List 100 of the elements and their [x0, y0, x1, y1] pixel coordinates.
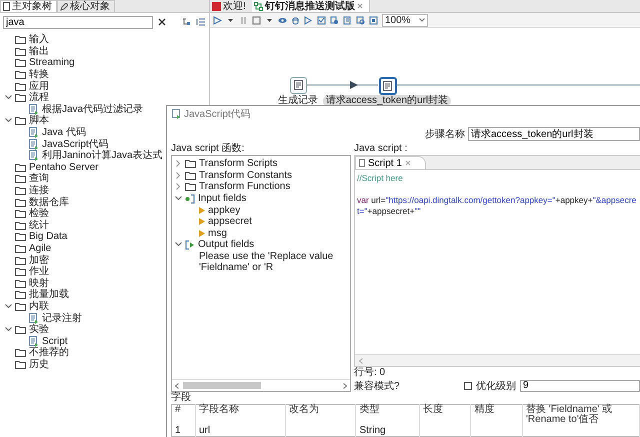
stop-icon[interactable]	[252, 16, 261, 24]
column-header: 替换 'Fieldname' 或 'Rename to'值否	[522, 404, 640, 425]
folder-icon	[15, 70, 26, 80]
tree-item[interactable]: 检验	[29, 208, 49, 220]
column-header: 字段名称	[196, 404, 286, 425]
app-logo-icon	[212, 2, 221, 10]
scrollbar-thumb[interactable]	[183, 382, 261, 389]
chevron-down-icon[interactable]	[4, 95, 12, 100]
folder-icon	[15, 278, 26, 288]
tree-item[interactable]: 利用Janino计算Java表达式	[42, 150, 163, 162]
step-node[interactable]	[290, 77, 307, 94]
tree-item[interactable]: 连接	[29, 185, 49, 196]
folder-icon	[15, 116, 26, 126]
tree-item[interactable]: appkey	[208, 204, 240, 216]
folder-icon	[15, 348, 26, 358]
tree-item[interactable]: Script	[42, 336, 68, 347]
tree-item[interactable]: 历史	[29, 358, 49, 370]
script-step-icon	[172, 108, 181, 118]
step-name-field[interactable]: 请求access_token的url封装	[468, 127, 640, 141]
tree-item[interactable]: 输出	[29, 46, 49, 57]
document-icon	[383, 80, 393, 92]
tree-item[interactable]: 作业	[29, 266, 49, 278]
chevron-down-icon[interactable]	[4, 327, 12, 332]
folder-icon	[15, 186, 26, 196]
tree-item[interactable]: 映射	[29, 278, 49, 289]
input-fields-icon	[185, 194, 195, 204]
search-field[interactable]: java	[3, 16, 153, 28]
chevron-down-icon[interactable]	[174, 196, 182, 202]
tree-item[interactable]: 根据Java代码过滤记录	[42, 104, 144, 115]
expand-tree-icon[interactable]	[196, 18, 206, 26]
zoom-dropdown[interactable]: 100%	[382, 14, 428, 26]
table-cell: 1	[172, 425, 196, 436]
tree-item[interactable]: Java 代码	[42, 127, 86, 138]
caret-icon	[419, 18, 425, 22]
folder-icon	[15, 232, 26, 242]
tree-item[interactable]: 脚本	[29, 115, 49, 126]
folder-icon	[15, 244, 26, 253]
tree-item[interactable]: 流程	[29, 92, 49, 104]
tree-item[interactable]: 查询	[29, 173, 49, 184]
tree-item[interactable]: 输入	[29, 34, 49, 46]
tree-item[interactable]: Pentaho Server	[29, 162, 98, 173]
panel-tab[interactable]: 核心对象	[57, 0, 115, 12]
folder-icon	[15, 325, 26, 334]
folder-icon	[15, 82, 26, 91]
column-header: 长度	[419, 404, 471, 425]
script-tab[interactable]: Script 1	[355, 156, 426, 169]
tree-item[interactable]: 不推荐的	[29, 347, 69, 358]
close-icon[interactable]	[356, 3, 363, 9]
scroll-left-icon[interactable]	[175, 382, 179, 388]
tree-item[interactable]: JavaScript代码	[42, 138, 109, 150]
hop-arrow[interactable]	[306, 81, 378, 89]
folder-icon	[15, 256, 26, 265]
tree-item[interactable]: Transform Functions	[199, 181, 290, 192]
pause-icon[interactable]	[239, 16, 248, 24]
folder-icon	[185, 182, 196, 192]
tree-item[interactable]: 应用	[29, 80, 49, 92]
tree-item[interactable]: 记录注射	[42, 312, 82, 324]
optimization-label: 优化级别	[476, 380, 516, 392]
optimization-field[interactable]: 9	[520, 380, 640, 392]
folder-icon	[15, 209, 26, 218]
panel-tab[interactable]: 主对象树	[0, 0, 57, 12]
step-node[interactable]	[379, 77, 397, 95]
tree-item[interactable]: Output fields	[198, 239, 254, 250]
tree-item[interactable]: Big Data	[29, 231, 68, 242]
step-name-label: 步骤名称	[425, 128, 465, 141]
checkbox[interactable]	[464, 382, 472, 390]
scroll-right-icon[interactable]	[343, 382, 347, 388]
chevron-down-icon[interactable]	[4, 304, 12, 309]
compat-mode-label: 兼容模式?	[354, 380, 400, 392]
script-step-icon	[28, 150, 39, 162]
tree-item[interactable]: 数据仓库	[29, 196, 69, 208]
tree-item[interactable]: Transform Scripts	[199, 158, 278, 170]
chevron-right-icon[interactable]	[176, 183, 180, 190]
tree-item[interactable]: Agile	[29, 242, 52, 254]
tree-item[interactable]: 批量加载	[29, 289, 69, 300]
chevron-down-icon[interactable]	[174, 242, 182, 248]
code-line: //Script here	[357, 173, 404, 184]
tree-item[interactable]: 加密	[29, 254, 49, 266]
tree-item[interactable]: Streaming	[29, 57, 75, 68]
chevron-right-icon[interactable]	[176, 172, 180, 179]
tree-item[interactable]: 统计	[29, 220, 49, 231]
tree-item[interactable]: appsecret	[208, 216, 252, 228]
document-icon	[294, 80, 304, 91]
eye-icon[interactable]	[278, 16, 287, 24]
tree-item[interactable]: Transform Constants	[199, 170, 292, 181]
collapse-tree-icon[interactable]	[182, 18, 191, 26]
tree-item[interactable]: 实验	[29, 324, 49, 336]
run-icon[interactable]	[213, 16, 222, 24]
clear-search-icon[interactable]	[158, 18, 166, 26]
tree-item[interactable]: 转换	[29, 69, 49, 80]
folder-icon	[15, 267, 26, 276]
chevron-right-icon[interactable]	[176, 160, 180, 168]
tree-item[interactable]: Input fields	[198, 193, 246, 204]
editor-tab[interactable]: 钉钉消息推送测试版	[252, 0, 370, 12]
tree-item[interactable]: 内联	[29, 300, 49, 312]
transformation-icon	[254, 2, 263, 10]
column-header: 类型	[356, 404, 420, 425]
functions-label: Java script 函数:	[171, 143, 246, 155]
tree-item[interactable]: msg	[208, 228, 227, 239]
chevron-down-icon[interactable]	[4, 118, 12, 124]
